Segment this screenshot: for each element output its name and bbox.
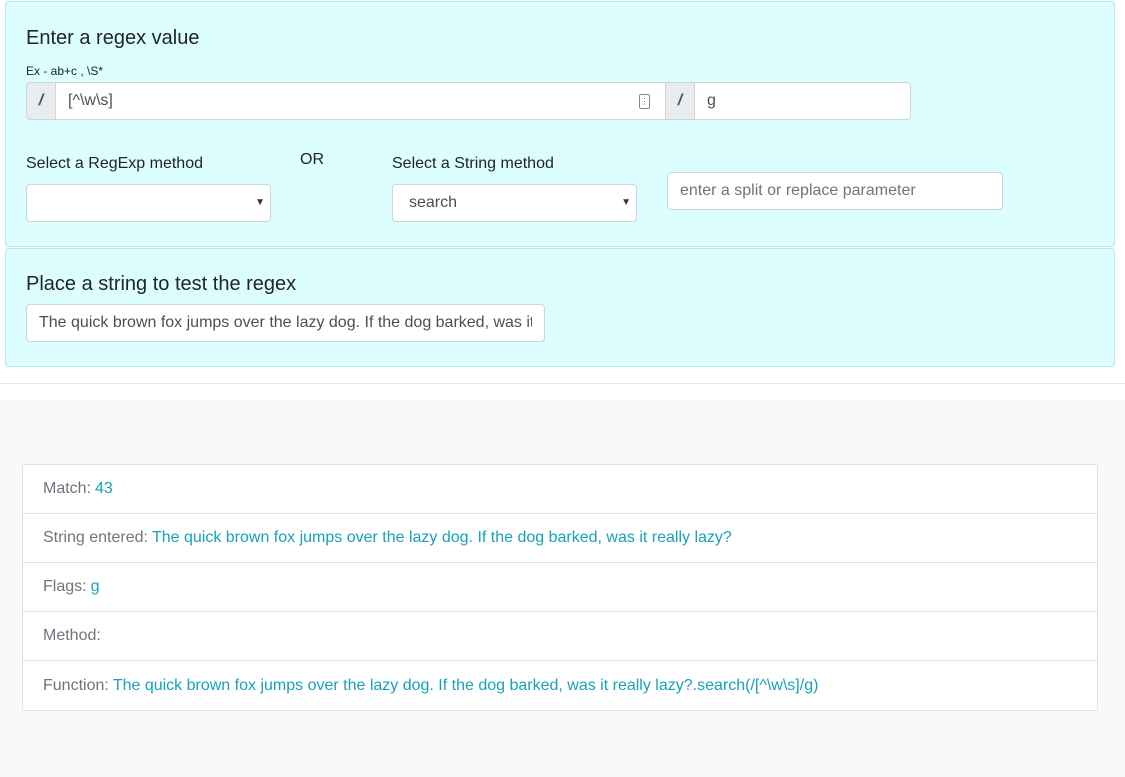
string-method-label: Select a String method	[392, 155, 554, 172]
password-manager-icon[interactable]: ⋮	[639, 94, 650, 109]
test-string-input[interactable]	[26, 304, 545, 342]
regex-pattern-input[interactable]	[55, 82, 666, 120]
test-string-panel: Place a string to test the regex	[5, 248, 1115, 367]
result-value: The quick brown fox jumps over the lazy …	[112, 676, 819, 694]
chevron-down-icon: ▼	[255, 197, 265, 208]
result-key: Match:	[43, 480, 92, 497]
result-string-entered: String entered: The quick brown fox jump…	[23, 514, 1097, 563]
test-string-heading: Place a string to test the regex	[26, 273, 297, 295]
or-text: OR	[300, 151, 324, 168]
regexp-method-label: Select a RegExp method	[26, 155, 203, 172]
result-value: g	[90, 578, 100, 595]
result-value: The quick brown fox jumps over the lazy …	[151, 529, 732, 546]
regex-hint: Ex - ab+c , \S*	[26, 64, 104, 78]
string-method-selected: search	[409, 194, 458, 211]
result-match: Match: 43	[23, 465, 1097, 514]
section-divider	[0, 383, 1125, 384]
string-method-select[interactable]: search ▼	[392, 184, 637, 222]
result-key: Flags:	[43, 578, 87, 595]
split-replace-param-input[interactable]	[667, 172, 1003, 210]
regex-flags-input[interactable]	[694, 82, 911, 120]
result-key: Method:	[43, 627, 101, 644]
result-method: Method:	[23, 612, 1097, 661]
result-value: 43	[95, 480, 113, 497]
chevron-down-icon: ▼	[621, 197, 631, 208]
regex-slash-right: /	[665, 82, 695, 120]
result-flags: Flags: g	[23, 563, 1097, 612]
result-key: Function:	[43, 676, 109, 694]
result-function: Function: The quick brown fox jumps over…	[23, 661, 1097, 710]
result-key: String entered:	[43, 529, 148, 546]
regex-slash-left: /	[26, 82, 56, 120]
regexp-method-select[interactable]: ▼	[26, 184, 271, 222]
regex-heading: Enter a regex value	[26, 27, 200, 49]
regex-panel: Enter a regex value Ex - ab+c , \S* / ⋮ …	[5, 1, 1115, 247]
results-list: Match: 43 String entered: The quick brow…	[22, 464, 1098, 711]
